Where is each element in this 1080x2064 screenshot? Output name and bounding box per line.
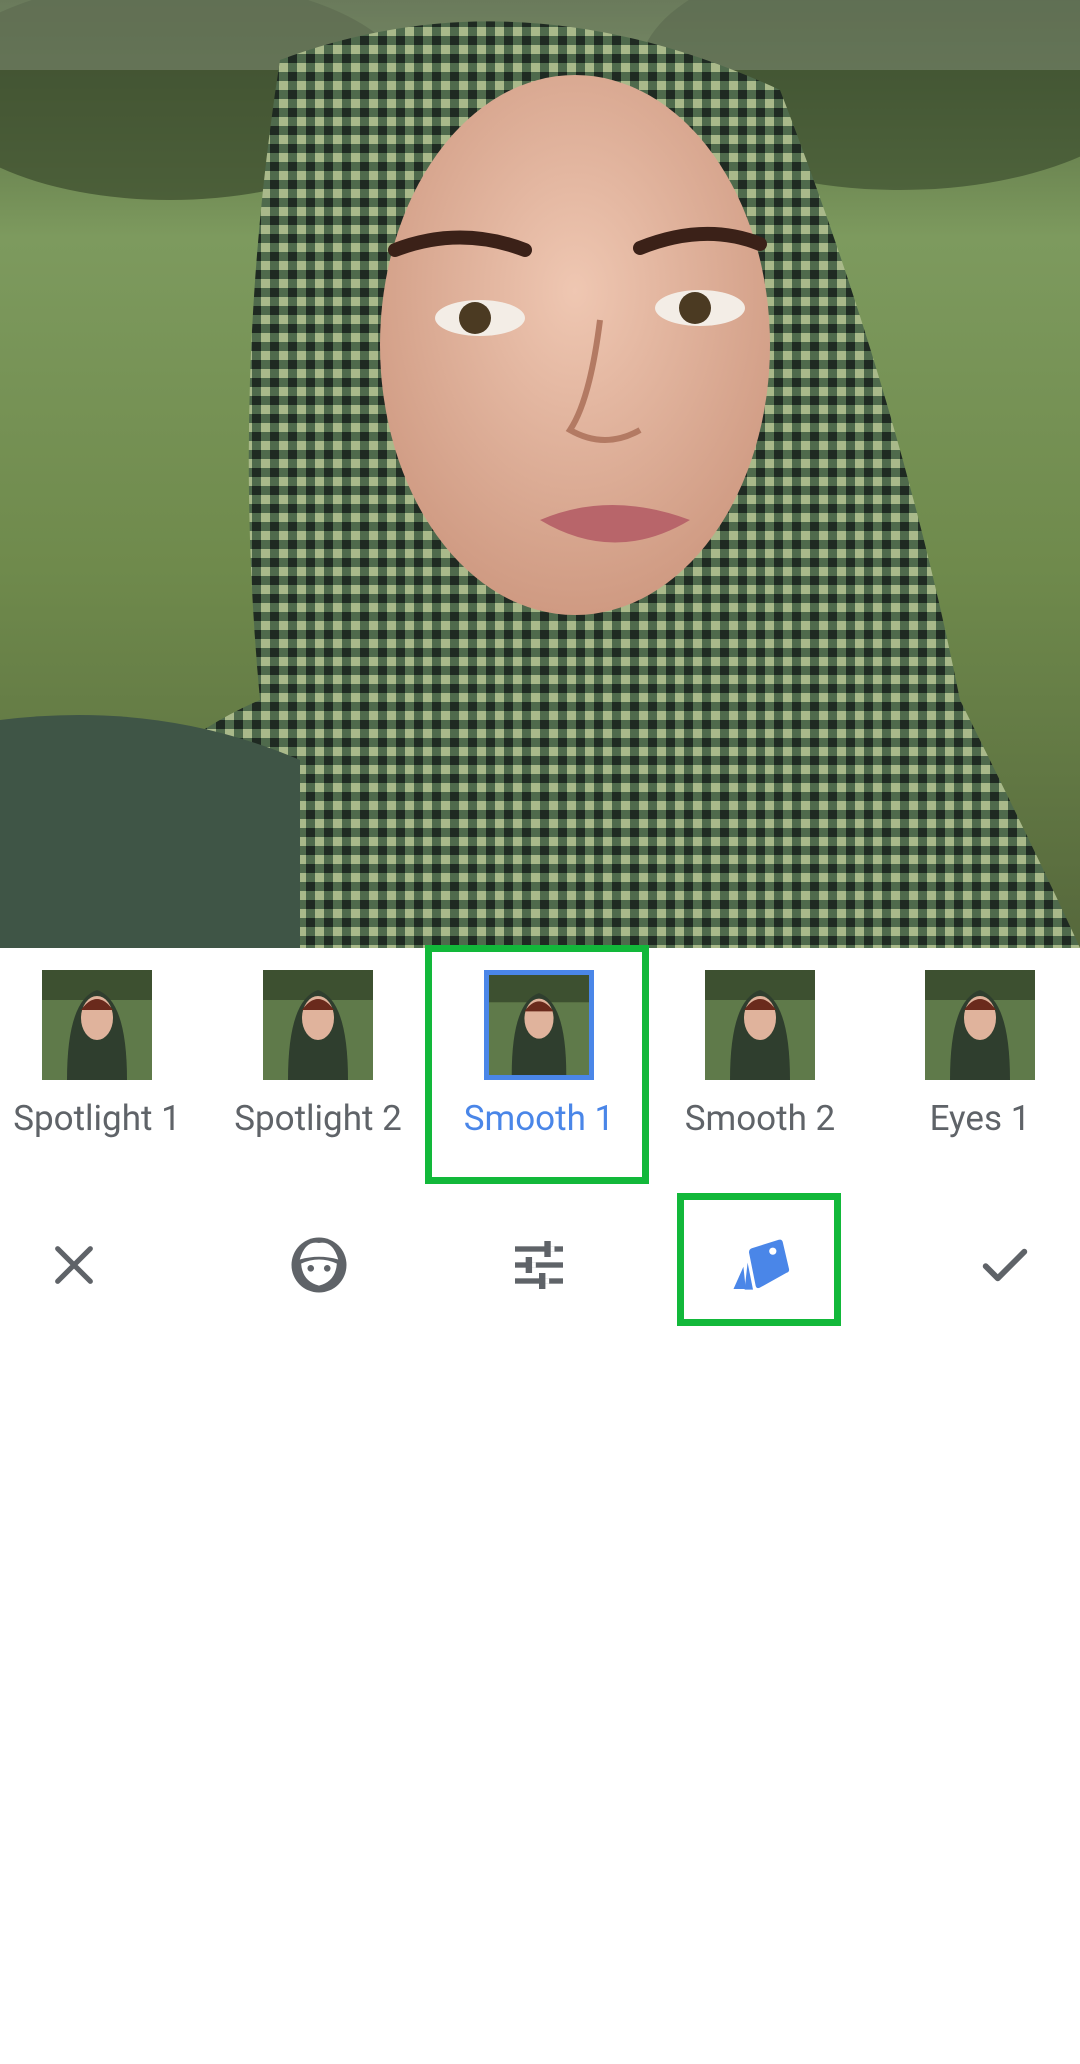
photo-preview: [0, 0, 1080, 948]
preset-spotlight-1[interactable]: Spotlight 1: [0, 948, 207, 1184]
portrait-photo: [0, 0, 1080, 948]
tune-button[interactable]: [494, 1220, 584, 1310]
check-icon: [982, 1248, 1028, 1282]
face-tool-button[interactable]: [274, 1220, 364, 1310]
preset-thumbnail: [42, 970, 152, 1080]
preset-label: Spotlight 1: [13, 1098, 181, 1139]
tune-sliders-icon: [515, 1241, 563, 1289]
close-button[interactable]: [29, 1220, 119, 1310]
preset-label: Smooth 2: [684, 1098, 836, 1139]
apply-button[interactable]: [960, 1220, 1050, 1310]
preset-spotlight-2[interactable]: Spotlight 2: [208, 948, 428, 1184]
close-icon: [55, 1246, 93, 1284]
preset-label: Spotlight 2: [234, 1098, 402, 1139]
preset-smooth-2[interactable]: Smooth 2: [650, 948, 870, 1184]
preset-thumbnail: [925, 970, 1035, 1080]
selected-tool-highlight: [677, 1193, 841, 1326]
face-icon: [291, 1237, 347, 1293]
portrait-editor-screen: Spotlight 1 Spotlight 2 Smooth 1 Smooth …: [0, 0, 1080, 2064]
selected-preset-highlight: [425, 945, 649, 1184]
bottom-toolbar: [0, 1192, 1080, 1332]
preset-thumbnail: [263, 970, 373, 1080]
preset-eyes-1[interactable]: Eyes 1: [870, 948, 1080, 1184]
preset-thumbnail: [705, 970, 815, 1080]
preset-label: Eyes 1: [929, 1098, 1031, 1139]
